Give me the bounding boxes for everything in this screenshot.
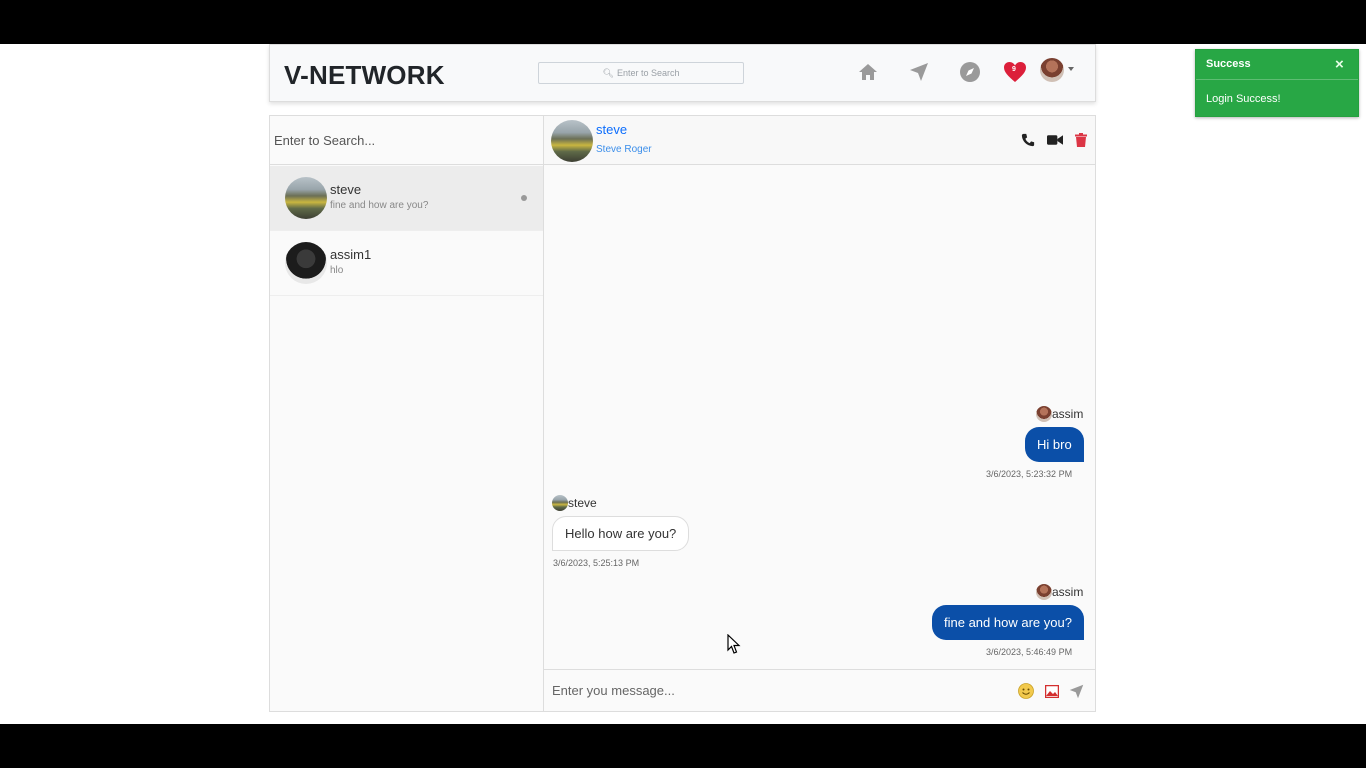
video-camera-icon[interactable] bbox=[1047, 132, 1063, 148]
sender-name: assim bbox=[1052, 407, 1084, 421]
global-search-placeholder: Enter to Search bbox=[616, 68, 680, 78]
chat-user-fullname: Steve Roger bbox=[596, 144, 652, 155]
message-bubble-incoming: Hello how are you? bbox=[552, 516, 690, 551]
message-sender: steve bbox=[552, 495, 597, 511]
success-toast: Success × Login Success! bbox=[1195, 49, 1359, 117]
send-message-icon[interactable] bbox=[1068, 683, 1084, 699]
message-timestamp: 3/6/2023, 5:46:49 PM bbox=[986, 647, 1073, 657]
avatar bbox=[285, 242, 327, 284]
contact-last-message: hlo bbox=[330, 265, 344, 276]
avatar bbox=[285, 177, 327, 219]
chat-window: steve Steve Roger assim Hi bro 3/6/2023,… bbox=[544, 116, 1095, 711]
message-input[interactable]: Enter you message... bbox=[552, 683, 675, 698]
notifications-heart-icon[interactable]: 9 bbox=[1002, 59, 1028, 85]
message-sender: assim bbox=[1036, 584, 1083, 600]
mouse-cursor-icon bbox=[727, 633, 741, 660]
notification-count-badge: 9 bbox=[1012, 66, 1016, 73]
image-upload-icon[interactable] bbox=[1044, 683, 1060, 699]
contact-last-message: fine and how are you? bbox=[330, 200, 429, 211]
compass-icon[interactable] bbox=[957, 59, 983, 85]
message-sender: assim bbox=[1036, 406, 1083, 422]
contact-item-assim1[interactable]: assim1 hlo bbox=[270, 231, 543, 296]
home-icon[interactable] bbox=[855, 59, 881, 85]
toast-message: Login Success! bbox=[1206, 93, 1281, 105]
contact-item-steve[interactable]: steve fine and how are you? bbox=[270, 166, 543, 231]
search-icon: 🔍︎ bbox=[602, 67, 614, 78]
app-viewport: V-NETWORK 🔍︎ Enter to Search 9 Enter to … bbox=[0, 44, 1366, 724]
message-bubble-outgoing: Hi bro bbox=[1025, 427, 1084, 462]
chat-header: steve Steve Roger bbox=[544, 116, 1095, 165]
toast-divider bbox=[1196, 79, 1358, 80]
chat-user-name[interactable]: steve bbox=[596, 122, 627, 137]
toast-title: Success bbox=[1206, 58, 1251, 70]
global-search-input[interactable]: 🔍︎ Enter to Search bbox=[538, 62, 744, 84]
user-avatar[interactable] bbox=[1040, 58, 1064, 82]
conversation-list: Enter to Search... steve fine and how ar… bbox=[270, 116, 544, 711]
avatar bbox=[1036, 584, 1052, 600]
app-logo[interactable]: V-NETWORK bbox=[284, 60, 445, 91]
messenger-panel: Enter to Search... steve fine and how ar… bbox=[269, 115, 1096, 712]
online-status-dot bbox=[521, 195, 527, 201]
trash-icon[interactable] bbox=[1073, 132, 1089, 148]
chevron-down-icon[interactable] bbox=[1068, 67, 1074, 71]
contact-name: steve bbox=[330, 182, 362, 197]
message-composer: Enter you message... bbox=[544, 669, 1095, 711]
message-bubble-outgoing: fine and how are you? bbox=[932, 605, 1084, 640]
message-timestamp: 3/6/2023, 5:25:13 PM bbox=[553, 558, 640, 568]
sender-name: steve bbox=[568, 496, 597, 510]
avatar[interactable] bbox=[551, 120, 593, 162]
contact-name: assim1 bbox=[330, 247, 372, 262]
phone-icon[interactable] bbox=[1020, 132, 1036, 148]
close-icon[interactable]: × bbox=[1335, 56, 1344, 73]
avatar bbox=[552, 495, 568, 511]
send-icon[interactable] bbox=[906, 59, 932, 85]
sender-name: assim bbox=[1052, 585, 1084, 599]
message-timestamp: 3/6/2023, 5:23:32 PM bbox=[986, 469, 1073, 479]
contact-search-input[interactable]: Enter to Search... bbox=[270, 116, 543, 165]
top-navbar: V-NETWORK 🔍︎ Enter to Search 9 bbox=[269, 44, 1096, 102]
emoji-icon[interactable] bbox=[1018, 683, 1034, 699]
avatar bbox=[1036, 406, 1052, 422]
